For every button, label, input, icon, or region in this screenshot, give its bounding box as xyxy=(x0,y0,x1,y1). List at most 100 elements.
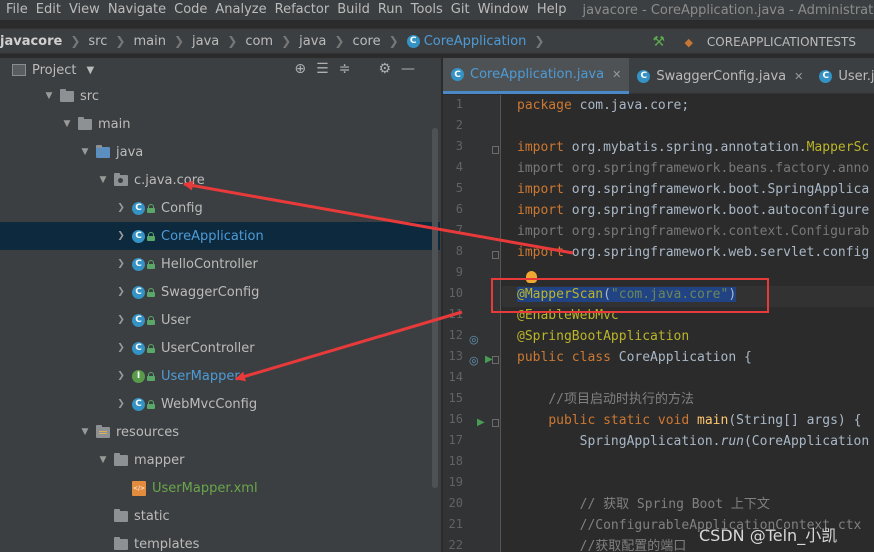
breadcrumb-java-pkg[interactable]: java xyxy=(299,34,326,49)
chevron-right-icon: ❯ xyxy=(173,34,184,48)
collapse-all-icon[interactable]: ≑ xyxy=(339,61,351,77)
breadcrumb-com[interactable]: com xyxy=(245,34,273,49)
chevron-down-icon[interactable]: ▼ xyxy=(80,427,90,437)
code-token: (String[] args) { xyxy=(728,413,862,428)
menu-run[interactable]: Run xyxy=(374,0,407,20)
tree-item-templates[interactable]: templates xyxy=(0,530,440,552)
fold-marker-icon[interactable] xyxy=(492,419,499,427)
tree-item-src[interactable]: ▼ src xyxy=(0,82,440,110)
chevron-right-icon[interactable]: ❯ xyxy=(116,399,126,409)
code-line: import org.springframework.context.Confi… xyxy=(517,221,869,242)
tree-item-main[interactable]: ▼ main xyxy=(0,110,440,138)
tab-swaggerconfig[interactable]: C SwaggerConfig.java ✕ xyxy=(629,58,811,94)
chevron-right-icon[interactable]: ❯ xyxy=(116,343,126,353)
chevron-right-icon: ❯ xyxy=(388,34,399,48)
tree-item-usermapper[interactable]: ❯ I UserMapper xyxy=(0,362,440,390)
tree-item-static[interactable]: static xyxy=(0,502,440,530)
chevron-down-icon[interactable]: ▼ xyxy=(62,119,72,129)
spring-bean-icon[interactable]: ◎ xyxy=(469,354,479,367)
project-view-selector[interactable]: Project xyxy=(32,63,76,78)
tree-item-resources[interactable]: ▼ resources xyxy=(0,418,440,446)
fold-marker-icon[interactable] xyxy=(492,146,499,154)
tree-item-mapper[interactable]: ▼ mapper xyxy=(0,446,440,474)
locate-target-icon[interactable]: ⊕ xyxy=(294,61,306,77)
menu-view[interactable]: View xyxy=(65,0,104,20)
chevron-down-icon[interactable]: ▼ xyxy=(98,175,108,185)
minimize-icon[interactable]: — xyxy=(401,61,415,77)
source-folder-icon xyxy=(96,144,110,158)
build-hammer-icon[interactable]: ⚒ xyxy=(652,34,668,50)
close-icon[interactable]: ✕ xyxy=(612,68,621,81)
menu-git[interactable]: Git xyxy=(447,0,474,20)
chevron-right-icon[interactable]: ❯ xyxy=(116,287,126,297)
tree-item-hellocontroller[interactable]: ❯ C HelloController xyxy=(0,250,440,278)
menu-navigate[interactable]: Navigate xyxy=(104,0,170,20)
breadcrumb-project[interactable]: javacore xyxy=(0,34,62,49)
menu-refactor[interactable]: Refactor xyxy=(271,0,334,20)
tree-item-label: src xyxy=(80,88,99,104)
breadcrumb-src[interactable]: src xyxy=(88,34,107,49)
watermark: CSDN @Teln_小凯 xyxy=(699,526,838,545)
tree-item-coreapplication[interactable]: ❯ C CoreApplication xyxy=(0,222,440,250)
tree-item-usermapper-xml[interactable]: </> UserMapper.xml xyxy=(0,474,440,502)
run-config-selector[interactable]: COREAPPLICATIONTESTS xyxy=(707,35,856,49)
chevron-right-icon[interactable]: ❯ xyxy=(116,315,126,325)
chevron-right-icon[interactable]: ❯ xyxy=(116,371,126,381)
fold-marker-icon[interactable] xyxy=(492,356,499,364)
breadcrumb-java[interactable]: java xyxy=(192,34,219,49)
breadcrumb-main[interactable]: main xyxy=(133,34,165,49)
tab-coreapplication[interactable]: C CoreApplication.java ✕ xyxy=(443,58,630,94)
folder-icon xyxy=(114,508,128,522)
gear-icon[interactable]: ⚙ xyxy=(378,61,391,77)
close-icon[interactable]: ✕ xyxy=(794,70,803,83)
chevron-right-icon[interactable]: ❯ xyxy=(116,231,126,241)
menu-edit[interactable]: Edit xyxy=(32,0,65,20)
spring-bean-icon[interactable]: ◎ xyxy=(469,333,479,346)
menu-code[interactable]: Code xyxy=(170,0,211,20)
chevron-down-icon[interactable]: ▼ xyxy=(86,65,94,76)
code-editor[interactable]: package com.java.core; import org.mybatis… xyxy=(502,95,874,552)
tab-user[interactable]: C User.java xyxy=(811,58,874,94)
breadcrumb-core[interactable]: core xyxy=(352,34,380,49)
menu-file[interactable]: File xyxy=(2,0,32,20)
line-number: 15 xyxy=(448,391,463,405)
editor-scrollbar[interactable] xyxy=(866,96,874,552)
code-line: // 获取 Spring Boot 上下文 xyxy=(517,494,770,515)
run-icon[interactable]: ▶ xyxy=(477,417,485,428)
chevron-down-icon[interactable]: ▼ xyxy=(98,455,108,465)
code-token: package xyxy=(517,98,580,113)
menu-analyze[interactable]: Analyze xyxy=(211,0,270,20)
chevron-down-icon[interactable]: ▼ xyxy=(44,91,54,101)
tree-item-webmvcconfig[interactable]: ❯ C WebMvcConfig xyxy=(0,390,440,418)
code-line: public static void main(String[] args) { xyxy=(517,410,861,431)
menu-build[interactable]: Build xyxy=(333,0,374,20)
project-scrollbar[interactable] xyxy=(432,128,438,488)
tree-item-java[interactable]: ▼ java xyxy=(0,138,440,166)
tree-item-swaggerconfig[interactable]: ❯ C SwaggerConfig xyxy=(0,278,440,306)
code-line: package com.java.core; xyxy=(517,95,689,116)
breadcrumb-class[interactable]: CoreApplication xyxy=(424,34,527,49)
line-number: 22 xyxy=(448,538,463,552)
line-number: 6 xyxy=(455,202,463,216)
expand-all-icon[interactable]: ☰ xyxy=(316,61,329,77)
code-token: public class xyxy=(517,350,619,365)
chevron-down-icon[interactable]: ▼ xyxy=(80,147,90,157)
editor-gutter[interactable]: ◎ ◎ ▶ ▶ 1 2 3 4 5 6 7 8 9 10 11 12 13 14 15 16 17 18 19 20 2… xyxy=(443,95,501,552)
tree-item-user[interactable]: ❯ C User xyxy=(0,306,440,334)
tree-item-config[interactable]: ❯ C Config xyxy=(0,194,440,222)
class-icon: C xyxy=(406,34,420,48)
chevron-right-icon[interactable]: ❯ xyxy=(116,259,126,269)
tree-item-c-java-core[interactable]: ▼ c.java.core xyxy=(0,166,440,194)
fold-marker-icon[interactable] xyxy=(492,251,499,259)
chevron-right-icon[interactable]: ❯ xyxy=(116,203,126,213)
tree-item-label: SwaggerConfig xyxy=(161,284,260,300)
menu-tools[interactable]: Tools xyxy=(407,0,447,20)
menu-help[interactable]: Help xyxy=(533,0,571,20)
line-number: 2 xyxy=(455,118,463,132)
resources-folder-icon xyxy=(96,424,110,438)
tree-item-usercontroller[interactable]: ❯ C UserController xyxy=(0,334,440,362)
annotation-highlight-box xyxy=(491,278,769,313)
menu-window[interactable]: Window xyxy=(474,0,533,20)
